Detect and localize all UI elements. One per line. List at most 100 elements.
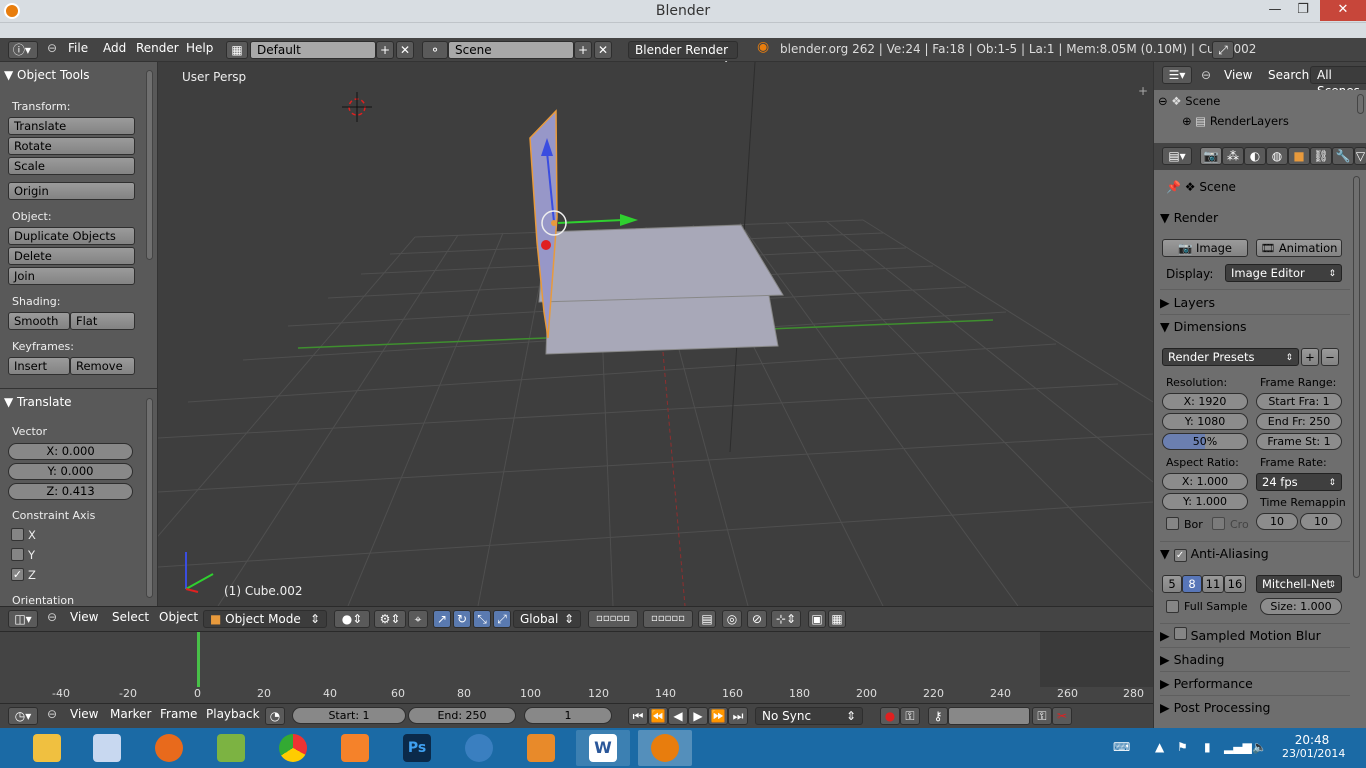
add-screen-icon[interactable]: + <box>376 41 394 59</box>
jump-keyframe-back-icon[interactable]: ⏪ <box>648 707 668 725</box>
transform-orientation-select[interactable]: Global ⇕ <box>513 610 581 628</box>
lock-layers-icon[interactable]: ▤ <box>698 610 716 628</box>
render-context-icon[interactable]: 📷 <box>1200 147 1222 165</box>
border-checkbox[interactable] <box>1166 517 1179 530</box>
close-button[interactable]: ✕ <box>1320 0 1366 21</box>
collapse-menu-icon[interactable]: ⊖ <box>47 610 57 624</box>
layer-buttons-b[interactable]: ▫▫▫▫▫ <box>643 610 693 628</box>
xampp-icon[interactable] <box>328 730 382 766</box>
maximize-button[interactable]: ❐ <box>1288 0 1318 21</box>
expand-icon[interactable]: ⊕ <box>1182 114 1195 128</box>
start-frame-field[interactable]: Start: 1 <box>292 707 406 724</box>
delete-key-icon[interactable]: ✂ <box>1052 707 1072 725</box>
vector-y-field[interactable]: Y: 0.000 <box>8 463 133 480</box>
insert-key-icon[interactable]: ⚿ <box>1032 707 1052 725</box>
data-context-icon[interactable]: ▽ <box>1354 147 1366 165</box>
editor-type-icon[interactable]: ☰▾ <box>1162 66 1192 84</box>
editor-type-icon[interactable]: ⓘ▾ <box>8 41 38 59</box>
timeline[interactable]: -40 -20 0 20 40 60 80 100 120 140 160 18… <box>0 631 1153 703</box>
editor-type-icon[interactable]: ◷▾ <box>8 707 38 725</box>
show-hidden-icons-icon[interactable]: ▲ <box>1155 740 1164 754</box>
translate-panel-scrollbar[interactable] <box>146 398 153 598</box>
toolshelf-expand-icon[interactable]: + <box>1138 84 1148 98</box>
scale-manipulator-icon[interactable]: ⤡ <box>473 610 491 628</box>
sync-mode-select[interactable]: No Sync ⇕ <box>755 707 863 725</box>
full-sample-checkbox[interactable] <box>1166 600 1179 613</box>
crop-checkbox[interactable] <box>1212 517 1225 530</box>
render-anim-icon[interactable]: ▦ <box>828 610 846 628</box>
outliner-scrollbar[interactable] <box>1357 94 1364 114</box>
layers-panel-header[interactable]: ▶ Layers <box>1160 292 1350 314</box>
x-transform-handle-icon[interactable] <box>541 240 551 250</box>
aspect-x-field[interactable]: X: 1.000 <box>1162 473 1248 490</box>
minimize-button[interactable]: — <box>1260 0 1290 21</box>
anti-aliasing-panel-header[interactable]: ▼ ✓ Anti-Aliasing <box>1160 543 1350 565</box>
menu-render[interactable]: Render <box>136 41 179 55</box>
network-signal-icon[interactable]: ▂▄▆ <box>1224 740 1252 754</box>
smooth-button[interactable]: Smooth <box>8 312 70 330</box>
constraint-x-checkbox[interactable] <box>11 528 24 541</box>
collapse-menu-icon[interactable]: ⊖ <box>47 41 57 55</box>
jump-start-icon[interactable]: ⏮ <box>628 707 648 725</box>
resolution-x-field[interactable]: X: 1920 <box>1162 393 1248 410</box>
photoshop-icon[interactable]: Ps <box>390 730 444 766</box>
scale-button[interactable]: Scale <box>8 157 135 175</box>
remove-scene-icon[interactable]: ✕ <box>594 41 612 59</box>
editor-type-icon[interactable]: ▤▾ <box>1162 147 1192 165</box>
clock[interactable]: 20:48 23/01/2014 <box>1282 733 1345 760</box>
editor-type-icon[interactable]: ◫▾ <box>8 610 38 628</box>
scene-context-icon[interactable]: ◐ <box>1244 147 1266 165</box>
resolution-percentage-slider[interactable]: 50% <box>1162 433 1248 450</box>
world-context-icon[interactable]: ◍ <box>1266 147 1288 165</box>
collapse-menu-icon[interactable]: ⊖ <box>47 707 57 721</box>
duplicate-objects-button[interactable]: Duplicate Objects <box>8 227 135 245</box>
mode-select[interactable]: ■ Object Mode ⇕ <box>203 610 327 628</box>
play-reverse-icon[interactable]: ◀ <box>668 707 688 725</box>
preview-range-icon[interactable]: ◔ <box>265 707 285 725</box>
constraint-z-checkbox[interactable]: ✓ <box>11 568 24 581</box>
browser-globe-icon[interactable] <box>452 730 506 766</box>
origin-button[interactable]: Origin <box>8 182 135 200</box>
object-context-icon[interactable]: ■ <box>1288 147 1310 165</box>
render-preview-icon[interactable]: ▣ <box>808 610 826 628</box>
word-icon[interactable]: W <box>576 730 630 766</box>
file-explorer-icon[interactable] <box>20 730 74 766</box>
menu-help[interactable]: Help <box>186 41 213 55</box>
collapse-menu-icon[interactable]: ⊖ <box>1201 68 1211 82</box>
translate-panel-header[interactable]: ▼ Translate <box>4 395 72 409</box>
y-arrow-head-icon[interactable] <box>620 214 638 226</box>
dimensions-panel-header[interactable]: ▼ Dimensions <box>1160 316 1350 338</box>
menu-view[interactable]: View <box>1224 68 1252 82</box>
vector-z-field[interactable]: Z: 0.413 <box>8 483 133 500</box>
modifiers-context-icon[interactable]: 🔧 <box>1332 147 1354 165</box>
render-engine-select[interactable]: Blender Render ⇕ <box>628 41 738 73</box>
screen-layout-field[interactable]: Default <box>250 41 376 59</box>
aspect-y-field[interactable]: Y: 1.000 <box>1162 493 1248 510</box>
render-presets-select[interactable]: Render Presets ⇕ <box>1162 348 1299 366</box>
chrome-icon[interactable] <box>266 730 320 766</box>
properties-scrollbar[interactable] <box>1353 176 1360 578</box>
time-remap-old-field[interactable]: 10 <box>1256 513 1298 530</box>
media-player-icon[interactable] <box>514 730 568 766</box>
scene-icon[interactable]: ⚬ <box>422 41 448 59</box>
frame-rate-select[interactable]: 24 fps ⇕ <box>1256 473 1342 491</box>
constraint-y-checkbox[interactable] <box>11 548 24 561</box>
keying-set-field[interactable] <box>948 707 1030 725</box>
y-transform-arrow[interactable] <box>557 219 624 224</box>
menu-file[interactable]: File <box>68 41 88 55</box>
add-scene-icon[interactable]: + <box>574 41 592 59</box>
play-icon[interactable]: ▶ <box>688 707 708 725</box>
menu-object[interactable]: Object <box>159 610 198 624</box>
time-remap-new-field[interactable]: 10 <box>1300 513 1342 530</box>
insert-keyframe-button[interactable]: Insert <box>8 357 70 375</box>
keying-icon[interactable]: ⚷ <box>928 707 948 725</box>
viewport-shading-select[interactable]: ●⇕ <box>334 610 370 628</box>
collapse-icon[interactable]: ⊖ <box>1158 94 1171 108</box>
current-frame-field[interactable]: 1 <box>524 707 612 724</box>
menu-marker[interactable]: Marker <box>110 707 151 721</box>
screen-layout-icon[interactable]: ▦ <box>226 41 248 59</box>
object-tools-header[interactable]: ▼ Object Tools <box>4 68 90 82</box>
end-frame-field[interactable]: End: 250 <box>408 707 516 724</box>
aa-samples-8[interactable]: 8 <box>1182 575 1202 593</box>
start-frame-field[interactable]: Start Fra: 1 <box>1256 393 1342 410</box>
